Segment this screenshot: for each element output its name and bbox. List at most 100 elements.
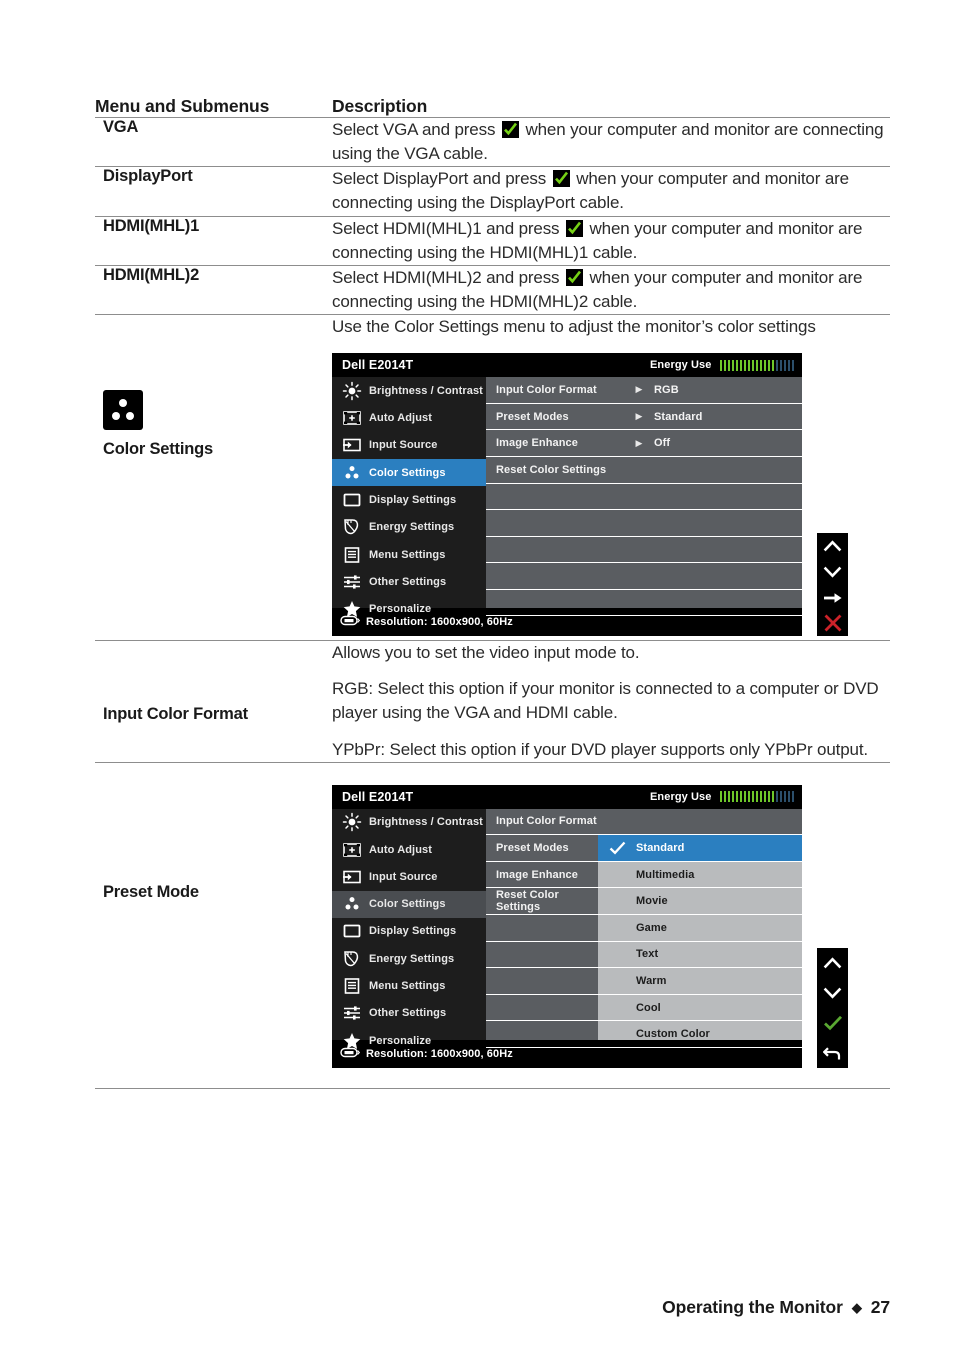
osd-row-value: Standard <box>654 410 703 423</box>
osd-sidebar-item-label: Brightness / Contrast <box>369 816 483 829</box>
osd-submenu-row[interactable]: Image Enhance <box>486 862 598 889</box>
display-settings-icon <box>338 920 366 942</box>
row-label-cell: HDMI(MHL)1 <box>95 216 332 266</box>
osd-sidebar-item-label: Auto Adjust <box>369 843 433 856</box>
osd-preset-option[interactable]: Cool <box>598 995 802 1022</box>
osd-sidebar-item-brightness-contrast[interactable]: Brightness / Contrast <box>332 809 486 836</box>
chevron-up-icon[interactable] <box>817 534 848 558</box>
osd-sidebar-item-brightness-contrast[interactable]: Brightness / Contrast <box>332 377 486 404</box>
row-description-cell: Use the Color Settings menu to adjust th… <box>332 314 890 642</box>
osd-resolution: Resolution: 1600x900, 60Hz <box>366 616 513 629</box>
osd-sidebar-item-display-settings[interactable]: Display Settings <box>332 486 486 513</box>
chevron-right-icon: ▶ <box>635 384 643 395</box>
osd-brand: Dell E2014T <box>342 789 414 804</box>
osd-preset-option-label: Standard <box>636 842 685 855</box>
osd-sidebar-item-energy-settings[interactable]: Energy Settings <box>332 945 486 972</box>
table-row: Color Settings Use the Color Settings me… <box>95 314 890 642</box>
menu-label: VGA <box>103 118 139 136</box>
osd-row-value: RGB <box>654 383 679 396</box>
osd-nav-buttons[interactable] <box>817 947 848 1068</box>
osd-row-value: Off <box>654 437 671 450</box>
desc-line: RGB: Select this option if your monitor … <box>332 679 879 723</box>
osd-submenu-label: Input Color Format <box>496 815 597 828</box>
osd-sidebar-item-color-settings[interactable]: Color Settings <box>332 459 486 487</box>
osd-submenu-column: Input Color Format Preset Modes Image Enha… <box>486 808 598 1048</box>
osd-menu-row[interactable]: Preset Modes ▶ Standard <box>486 404 802 431</box>
osd-sidebar-item-energy-settings[interactable]: Energy Settings <box>332 514 486 541</box>
osd-sidebar-item-label: Personalize <box>369 1034 432 1047</box>
arrow-right-icon[interactable] <box>817 586 848 610</box>
menu-label: HDMI(MHL)2 <box>103 265 200 284</box>
monitor-port-icon <box>340 1045 361 1063</box>
osd-sidebar-item-label: Menu Settings <box>369 980 446 993</box>
green-check-icon <box>552 170 570 188</box>
osd-submenu-row <box>486 915 598 942</box>
input-source-icon <box>338 434 366 456</box>
check-icon[interactable] <box>817 1011 848 1035</box>
osd-menu-row[interactable]: Image Enhance ▶ Off <box>486 430 802 457</box>
chevron-down-icon[interactable] <box>817 981 848 1005</box>
osd-sidebar-item-label: Display Settings <box>369 925 457 938</box>
header-description: Description <box>332 96 890 118</box>
osd-screenshot-color-settings: Dell E2014T Energy Use Brightness / Cont… <box>332 353 848 637</box>
osd-preset-option[interactable]: Multimedia <box>598 862 802 889</box>
osd-preset-option[interactable]: Standard <box>598 835 802 862</box>
osd-submenu-row <box>486 968 598 995</box>
table-row: VGA Select VGA and press when your compu… <box>95 117 890 168</box>
osd-sidebar-item-input-source[interactable]: Input Source <box>332 863 486 890</box>
osd-row-name: Image Enhance <box>496 437 578 450</box>
osd-sidebar-item-label: Other Settings <box>369 1007 447 1020</box>
osd-sidebar-item-menu-settings[interactable]: Menu Settings <box>332 541 486 568</box>
osd-sidebar-item-label: Brightness / Contrast <box>369 384 483 397</box>
osd-sidebar-item-display-settings[interactable]: Display Settings <box>332 918 486 945</box>
osd-submenu-row <box>486 995 598 1022</box>
osd-submenu-row[interactable]: Preset Modes <box>486 835 598 862</box>
osd-sidebar-item-other-settings[interactable]: Other Settings <box>332 568 486 595</box>
osd-nav-buttons[interactable] <box>817 533 848 637</box>
osd-menu-row[interactable]: Input Color Format ▶ RGB <box>486 377 802 404</box>
close-x-icon[interactable] <box>817 611 848 635</box>
auto-adjust-icon <box>338 839 366 861</box>
chevron-down-icon[interactable] <box>817 560 848 584</box>
table-row: DisplayPort Select DisplayPort and press… <box>95 166 890 217</box>
menu-label: DisplayPort <box>103 167 193 186</box>
row-description-cell: Select HDMI(MHL)1 and press when your co… <box>332 216 890 266</box>
osd-sidebar-item-other-settings[interactable]: Other Settings <box>332 1000 486 1027</box>
osd-menu-row <box>486 484 802 511</box>
osd-preset-option-label: Game <box>636 921 667 934</box>
osd-menu-row[interactable]: Reset Color Settings <box>486 457 802 484</box>
osd-sidebar-item-color-settings[interactable]: Color Settings <box>332 890 486 918</box>
osd-row-name: Reset Color Settings <box>496 463 607 476</box>
row-description-cell: Select DisplayPort and press when your c… <box>332 166 890 217</box>
osd-submenu-row <box>486 942 598 969</box>
osd-window: Dell E2014T Energy Use Brightness / Cont… <box>332 353 802 637</box>
energy-use-label: Energy Use <box>649 359 712 372</box>
osd-sidebar-item-label: Input Source <box>369 870 438 883</box>
osd-submenu-row[interactable]: Reset Color Settings <box>486 888 598 915</box>
osd-preset-option[interactable]: Text <box>598 942 802 969</box>
osd-preset-option[interactable]: Game <box>598 915 802 942</box>
row-description-cell: Allows you to set the video input mode t… <box>332 640 890 763</box>
osd-preset-option[interactable]: Custom Color <box>598 1021 802 1048</box>
osd-preset-option-label: Warm <box>636 974 667 987</box>
desc-pre: Select HDMI(MHL)1 and press <box>332 218 564 238</box>
osd-sidebar-item-auto-adjust[interactable]: Auto Adjust <box>332 404 486 431</box>
energy-settings-icon <box>338 948 366 970</box>
back-arrow-icon[interactable] <box>817 1041 848 1065</box>
color-settings-intro: Use the Color Settings menu to adjust th… <box>332 317 816 336</box>
osd-sidebar-item-input-source[interactable]: Input Source <box>332 432 486 459</box>
osd-preset-option[interactable]: Warm <box>598 968 802 995</box>
table-row: HDMI(MHL)1 Select HDMI(MHL)1 and press w… <box>95 216 890 266</box>
chevron-up-icon[interactable] <box>817 951 848 975</box>
osd-titlebar: Dell E2014T Energy Use <box>332 784 802 809</box>
menu-label: Input Color Format <box>103 705 248 724</box>
osd-sidebar-item-auto-adjust[interactable]: Auto Adjust <box>332 836 486 863</box>
green-check-icon <box>565 268 583 286</box>
page-number: 27 <box>870 1297 890 1317</box>
osd-preset-option[interactable]: Movie <box>598 888 802 915</box>
osd-sidebar-item-menu-settings[interactable]: Menu Settings <box>332 972 486 999</box>
energy-use-meter <box>719 791 794 803</box>
desc-line: Allows you to set the video input mode t… <box>332 643 640 663</box>
osd-submenu-row[interactable]: Input Color Format <box>486 809 598 836</box>
monitor-port-icon <box>340 613 361 631</box>
